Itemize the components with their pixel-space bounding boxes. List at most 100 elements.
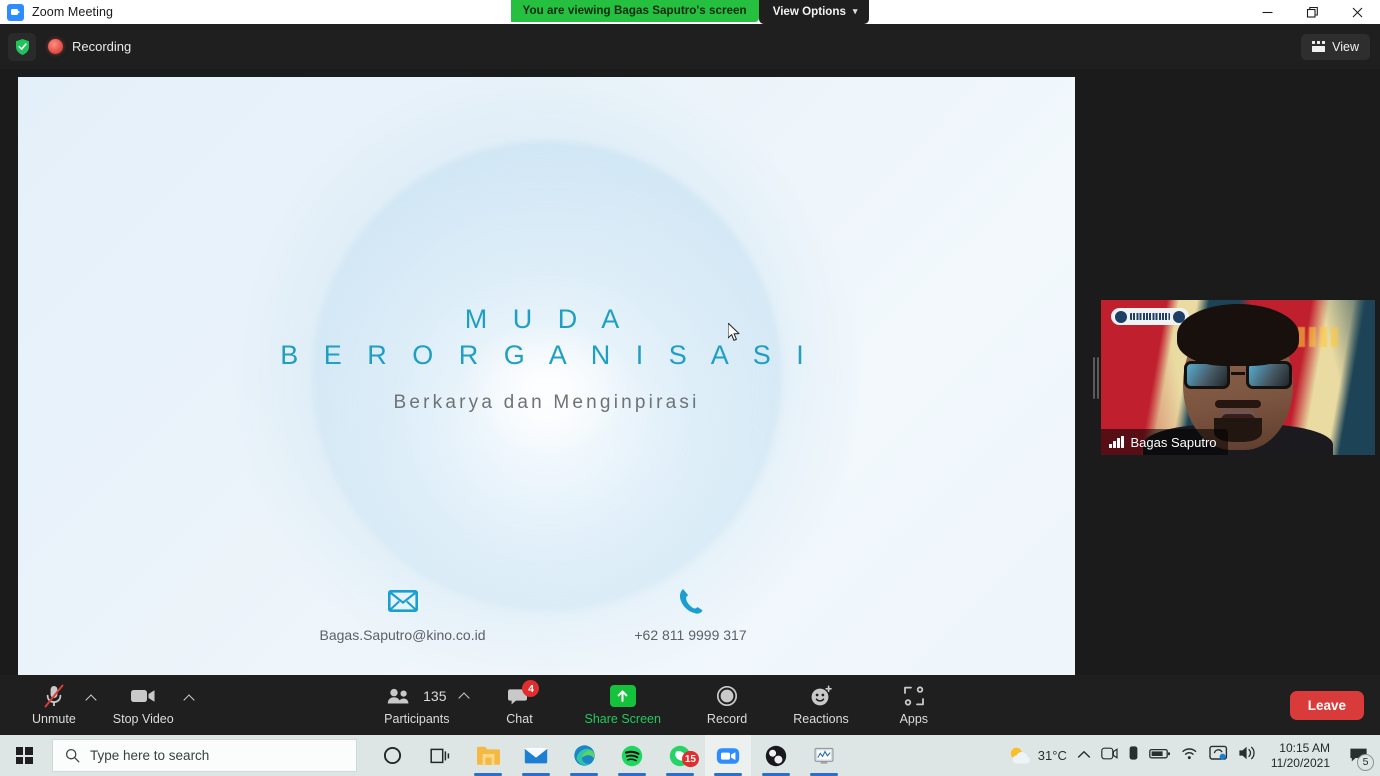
- people-icon: 135: [387, 684, 447, 708]
- tray-icon-volume[interactable]: [1238, 745, 1257, 766]
- envelope-icon: [387, 585, 418, 617]
- video-options-chevron[interactable]: [184, 679, 201, 735]
- audio-options-chevron[interactable]: [86, 679, 103, 735]
- share-screen-button[interactable]: Share Screen: [574, 677, 670, 733]
- apps-label: Apps: [899, 712, 929, 726]
- share-banner-container: You are viewing Bagas Saputro's screen V…: [0, 0, 1380, 24]
- taskbar-item-spotify[interactable]: [609, 735, 655, 776]
- unmute-button[interactable]: Unmute: [22, 677, 86, 733]
- battery-icon: [1148, 748, 1170, 758]
- zoom-app-icon: [716, 747, 740, 764]
- show-hidden-icons-chevron: [1077, 750, 1090, 758]
- participant-name-label: Bagas Saputro: [1130, 434, 1217, 450]
- mustache: [1215, 400, 1261, 408]
- tray-icon-wifi[interactable]: [1181, 746, 1199, 766]
- usb-device-icon: [1129, 745, 1138, 760]
- glasses-bridge: [1231, 372, 1245, 375]
- center-controls-group: 135 Participants 4 Chat Share Screen Rec…: [374, 677, 943, 733]
- weather-widget[interactable]: 31°C: [1008, 745, 1067, 767]
- view-options-button[interactable]: View Options ▾: [758, 0, 870, 24]
- smiley-plus-icon: [810, 684, 833, 708]
- taskbar-item-file-explorer[interactable]: [465, 735, 511, 776]
- weather-partly-cloudy-icon: [1010, 747, 1030, 764]
- action-center-button[interactable]: 5: [1344, 741, 1374, 771]
- slide-contact-row: Bagas.Saputro@kino.co.id +62 811 9999 31…: [18, 585, 1075, 643]
- record-label: Record: [706, 712, 748, 726]
- recording-indicator-icon: [48, 39, 63, 54]
- mouse-cursor: [727, 322, 740, 342]
- taskbar-item-task-view[interactable]: [417, 735, 463, 776]
- recording-status[interactable]: Recording: [48, 39, 131, 54]
- windows-taskbar: Type here to search 15 31°C 10:15 AM 11/…: [0, 735, 1380, 776]
- view-layout-button[interactable]: View: [1301, 33, 1370, 60]
- chat-unread-badge: 4: [522, 680, 540, 697]
- chevron-down-icon: ▾: [852, 6, 858, 16]
- spotify-icon: [621, 745, 643, 766]
- zoom-camera-icon: [7, 3, 24, 21]
- stop-video-button[interactable]: Stop Video: [103, 677, 184, 733]
- reactions-label: Reactions: [793, 712, 849, 726]
- taskbar-clock[interactable]: 10:15 AM 11/20/2021: [1267, 741, 1334, 771]
- windows-start-icon: [15, 747, 33, 764]
- mail-envelope-icon: [524, 748, 548, 764]
- task-view-icon: [430, 748, 450, 763]
- taskbar-item-cortana[interactable]: [369, 735, 415, 776]
- tray-icon-usb-device[interactable]: [1128, 745, 1139, 767]
- hair: [1177, 304, 1299, 366]
- close-button[interactable]: [1335, 0, 1380, 24]
- chat-label: Chat: [506, 712, 533, 726]
- taskbar-item-zoom[interactable]: [705, 735, 751, 776]
- volume-icon: [1239, 746, 1255, 760]
- participant-name-badge: Bagas Saputro: [1101, 429, 1228, 455]
- start-button[interactable]: [0, 735, 48, 776]
- contact-phone: +62 811 9999 317: [586, 585, 796, 643]
- zoom-meeting-window: Zoom Meeting You are viewing Bagas Saput…: [0, 0, 1380, 776]
- stop-video-label: Stop Video: [112, 712, 174, 726]
- show-hidden-icons-button[interactable]: [1077, 747, 1091, 765]
- signal-strength-icon: [1109, 436, 1124, 448]
- reactions-button[interactable]: Reactions: [783, 677, 859, 733]
- obs-studio-icon: [765, 745, 787, 766]
- tray-icon-battery[interactable]: [1148, 747, 1171, 765]
- meeting-header-bar: Recording View: [0, 24, 1380, 69]
- apps-button[interactable]: Apps: [885, 677, 943, 733]
- taskbar-search-placeholder: Type here to search: [90, 748, 210, 763]
- notification-count-badge: 5: [1357, 753, 1374, 771]
- recording-label: Recording: [72, 39, 132, 54]
- record-button[interactable]: Record: [697, 677, 757, 733]
- share-screen-label: Share Screen: [584, 712, 661, 726]
- leave-meeting-button[interactable]: Leave: [1289, 690, 1364, 720]
- panel-resize-handle[interactable]: [1092, 355, 1099, 400]
- participants-options-chevron[interactable]: [459, 677, 476, 733]
- chat-button[interactable]: 4 Chat: [490, 677, 548, 733]
- institution-seal-icon: [1115, 310, 1127, 323]
- window-controls: [1245, 0, 1380, 24]
- minimize-button[interactable]: [1245, 0, 1290, 24]
- window-title: Zoom Meeting: [32, 5, 114, 19]
- unmute-label: Unmute: [32, 712, 76, 726]
- view-button-label: View: [1332, 39, 1359, 54]
- tray-icon-zoom[interactable]: [1101, 746, 1118, 766]
- participants-label: Participants: [384, 712, 450, 726]
- taskbar-item-whatsapp[interactable]: 15: [657, 735, 703, 776]
- taskbar-search-box[interactable]: Type here to search: [52, 739, 357, 772]
- taskbar-item-mail[interactable]: [513, 735, 559, 776]
- slide-text-block: M U D A B E R O R G A N I S A S I Berkar…: [18, 301, 1075, 414]
- shared-screen-stage[interactable]: M U D A B E R O R G A N I S A S I Berkar…: [18, 77, 1075, 675]
- record-circle-icon: [716, 684, 738, 708]
- taskbar-item-edge[interactable]: [561, 735, 607, 776]
- restore-button[interactable]: [1290, 0, 1335, 24]
- chevron-up-icon: [459, 690, 470, 701]
- chevron-up-icon: [86, 692, 97, 703]
- meeting-controls-toolbar: Unmute Stop Video 135 Participants 4 Cha…: [0, 675, 1380, 735]
- contact-email: Bagas.Saputro@kino.co.id: [298, 585, 508, 643]
- chevron-up-icon: [184, 692, 195, 703]
- microphone-muted-icon: [43, 684, 65, 708]
- viewing-screen-banner: You are viewing Bagas Saputro's screen: [510, 0, 759, 22]
- participants-button[interactable]: 135 Participants: [374, 677, 459, 733]
- participant-video-thumbnail[interactable]: Bagas Saputro: [1101, 300, 1375, 455]
- taskbar-item-obs[interactable]: [753, 735, 799, 776]
- tray-icon-display-settings[interactable]: [1209, 745, 1228, 767]
- encryption-shield-icon[interactable]: [8, 32, 36, 61]
- taskbar-item-task-manager[interactable]: [801, 735, 847, 776]
